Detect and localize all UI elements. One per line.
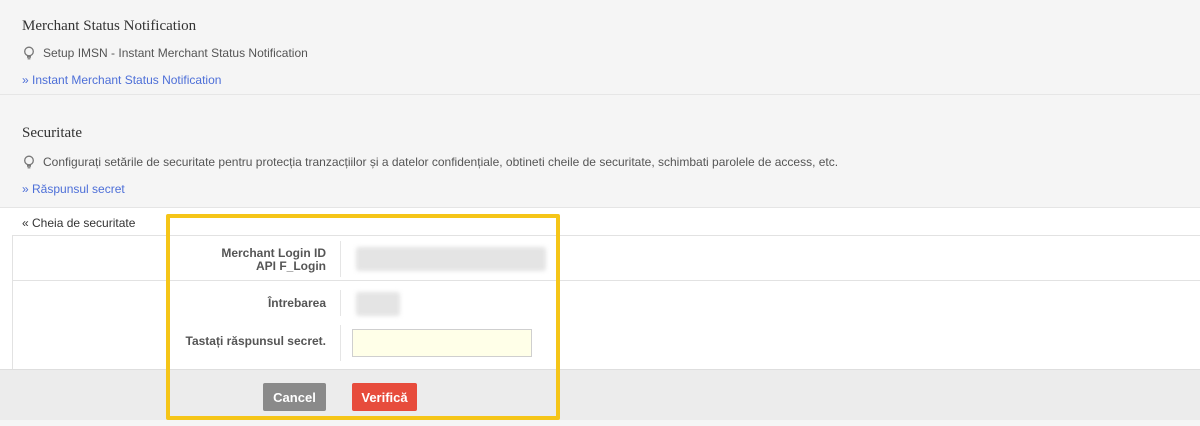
secret-answer-panel: « Cheia de securitate Merchant Login ID … [0,207,1200,370]
secret-answer-link[interactable]: » Răspunsul secret [22,182,125,196]
column-separator [340,290,341,316]
secret-answer-input[interactable] [352,329,532,357]
merchant-status-description: Setup IMSN - Instant Merchant Status Not… [22,46,308,60]
merchant-status-description-text: Setup IMSN - Instant Merchant Status Not… [43,46,308,60]
column-separator [340,241,341,277]
merchant-status-title: Merchant Status Notification [22,18,197,34]
security-description-text: Configurați setările de securitate pentr… [43,155,839,169]
panel-left-border [12,236,13,370]
lightbulb-icon [24,155,34,169]
column-separator [340,325,341,361]
merchant-login-value-redacted [356,247,546,271]
api-login-label: API F_Login [256,259,326,273]
security-key-back-link[interactable]: « Cheia de securitate [22,216,135,230]
imsn-link[interactable]: » Instant Merchant Status Notification [22,73,221,87]
question-label: Întrebarea [267,296,326,310]
cancel-button[interactable]: Cancel [263,383,326,411]
answer-label: Tastați răspunsul secret. [185,334,327,348]
security-section: Securitate Configurați setările de secur… [0,95,1200,205]
merchant-status-section: Merchant Status Notification Setup IMSN … [0,0,1200,95]
security-title: Securitate [22,125,82,141]
verify-button[interactable]: Verifică [352,383,417,411]
label-column: Merchant Login ID API F_Login Întrebarea… [180,208,327,370]
security-description: Configurați setările de securitate pentr… [22,155,838,169]
form-footer: Cancel Verifică [0,369,1200,420]
question-value-redacted [356,292,400,316]
lightbulb-icon [24,46,34,60]
